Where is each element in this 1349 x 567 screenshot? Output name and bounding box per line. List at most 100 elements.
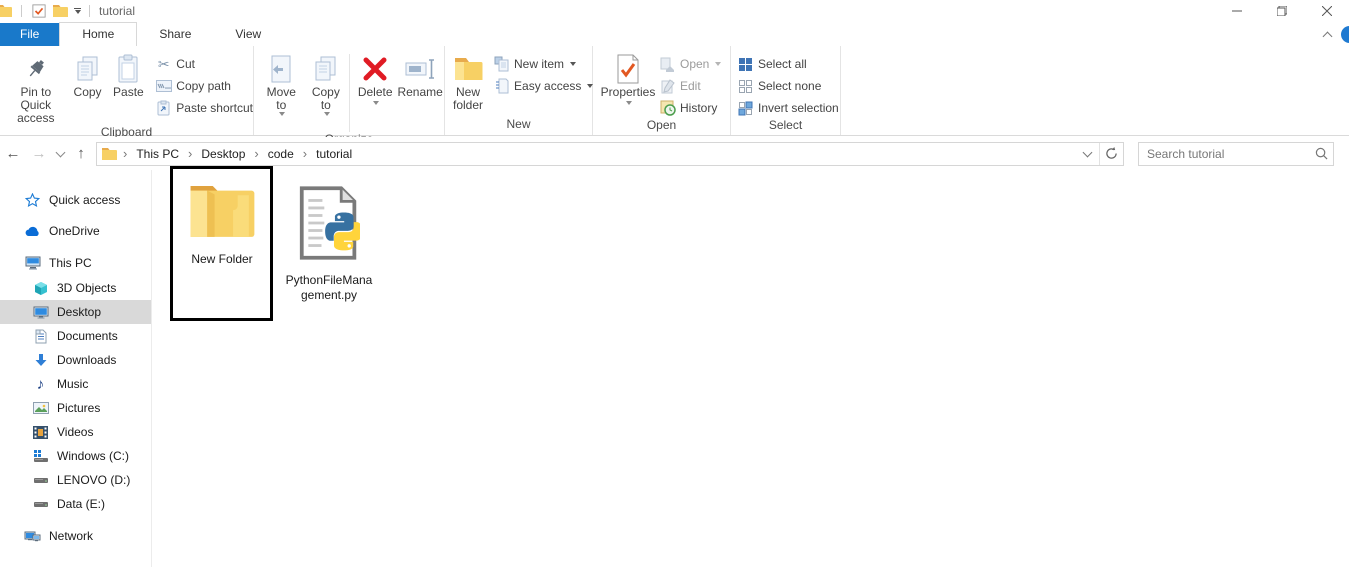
file-list-area[interactable]: New Folder PythonFileManagement.py (152, 170, 1349, 567)
music-note-icon: ♪ (32, 376, 49, 393)
cut-button[interactable]: ✂ Cut (155, 54, 253, 74)
group-label-select: Select (731, 118, 840, 136)
cloud-icon (24, 223, 41, 240)
sidebar-item-documents[interactable]: Documents (0, 324, 151, 348)
breadcrumb-chevron-icon: › (298, 146, 312, 161)
history-button[interactable]: History (659, 98, 721, 118)
minimize-button[interactable] (1214, 0, 1259, 21)
delete-icon (362, 52, 388, 86)
collapse-ribbon-icon[interactable] (1323, 31, 1333, 41)
sidebar-item-quick-access[interactable]: Quick access (0, 188, 151, 212)
group-divider (349, 54, 350, 132)
sidebar-item-lenovo-d[interactable]: LENOVO (D:) (0, 468, 151, 492)
address-bar[interactable]: › This PC › Desktop › code › tutorial (96, 142, 1124, 166)
copy-to-icon (313, 52, 339, 86)
edit-button[interactable]: Edit (659, 76, 721, 96)
ribbon-group-organize: Move to Copy to Delete (254, 46, 445, 135)
easy-access-button[interactable]: Easy access (493, 76, 593, 96)
recent-locations-dropdown-icon[interactable] (52, 151, 68, 156)
breadcrumb-tutorial[interactable]: tutorial (312, 147, 356, 161)
select-none-button[interactable]: Select none (737, 76, 839, 96)
breadcrumb-code[interactable]: code (264, 147, 298, 161)
file-item-new-folder[interactable]: New Folder (176, 182, 268, 267)
pc-monitor-icon (24, 255, 41, 272)
sidebar-item-videos[interactable]: Videos (0, 420, 151, 444)
sidebar-item-desktop[interactable]: Desktop (0, 300, 151, 324)
select-all-button[interactable]: Select all (737, 54, 839, 74)
tab-home[interactable]: Home (59, 22, 137, 46)
picture-icon (32, 400, 49, 417)
drive-windows-icon (32, 448, 49, 465)
ribbon-group-select: Select all Select none Invert selection (731, 46, 841, 135)
edit-icon (659, 78, 676, 95)
up-button[interactable]: ↑ (68, 145, 94, 162)
tab-file[interactable]: File (0, 23, 59, 46)
new-item-button[interactable]: New item (493, 54, 593, 74)
refresh-icon[interactable] (1099, 143, 1123, 165)
breadcrumb-chevron-icon: › (118, 146, 132, 161)
paste-button[interactable]: Paste (108, 50, 150, 99)
back-button[interactable]: ← (0, 145, 26, 162)
folder-icon (185, 182, 259, 244)
history-icon (659, 100, 676, 117)
sidebar-item-network[interactable]: Network (0, 524, 151, 548)
drive-icon (32, 472, 49, 489)
sidebar-item-windows-c[interactable]: Windows (C:) (0, 444, 151, 468)
file-item-python-file[interactable]: PythonFileManagement.py (283, 185, 375, 303)
help-icon[interactable] (1341, 26, 1349, 43)
network-icon (24, 528, 41, 545)
sidebar-item-this-pc[interactable]: This PC (0, 251, 151, 275)
sidebar-item-music[interactable]: ♪ Music (0, 372, 151, 396)
tab-share[interactable]: Share (137, 23, 213, 46)
qat-new-folder-icon[interactable] (52, 2, 69, 19)
properties-button[interactable]: Properties (597, 50, 659, 105)
sidebar-item-pictures[interactable]: Pictures (0, 396, 151, 420)
copy-path-button[interactable]: Copy path (155, 76, 253, 96)
qat-properties-icon[interactable] (30, 2, 47, 19)
sidebar-item-3d-objects[interactable]: 3D Objects (0, 276, 151, 300)
search-box (1138, 142, 1334, 166)
new-folder-button[interactable]: New folder (453, 50, 483, 112)
dropdown-caret-icon (373, 101, 379, 105)
sidebar-item-downloads[interactable]: Downloads (0, 348, 151, 372)
search-input[interactable] (1139, 147, 1310, 161)
search-icon[interactable] (1310, 147, 1333, 160)
paste-icon (116, 52, 140, 86)
open-icon (659, 56, 676, 73)
move-to-button[interactable]: Move to (262, 50, 301, 116)
breadcrumb-desktop[interactable]: Desktop (197, 147, 249, 161)
quick-access-toolbar (0, 2, 93, 19)
film-icon (32, 424, 49, 441)
rename-button[interactable]: Rename (396, 50, 444, 99)
select-none-icon (737, 78, 754, 95)
tab-view[interactable]: View (213, 23, 283, 46)
sidebar-item-onedrive[interactable]: OneDrive (0, 219, 151, 243)
open-button[interactable]: Open (659, 54, 721, 74)
window-title: tutorial (99, 4, 135, 18)
select-all-icon (737, 56, 754, 73)
copy-to-button[interactable]: Copy to (307, 50, 346, 116)
address-dropdown-icon[interactable] (1075, 143, 1099, 165)
forward-button[interactable]: → (26, 145, 52, 162)
sidebar-item-data-e[interactable]: Data (E:) (0, 492, 151, 516)
invert-selection-button[interactable]: Invert selection (737, 98, 839, 118)
restore-button[interactable] (1259, 0, 1304, 21)
breadcrumb-chevron-icon: › (183, 146, 197, 161)
copy-icon (75, 52, 101, 86)
close-button[interactable] (1304, 0, 1349, 21)
copy-path-icon (155, 78, 172, 95)
qat-customize-dropdown-icon[interactable] (74, 8, 81, 14)
ribbon-group-clipboard: Pin to Quick access Copy Paste ✂ (0, 46, 254, 135)
copy-button[interactable]: Copy (68, 50, 108, 99)
monitor-icon (32, 304, 49, 321)
breadcrumb-chevron-icon: › (249, 146, 263, 161)
ribbon-group-open: Properties Open Edit (593, 46, 731, 135)
address-folder-icon (101, 145, 118, 162)
pin-to-quick-access-button[interactable]: Pin to Quick access (4, 50, 68, 125)
breadcrumb-this-pc[interactable]: This PC (132, 147, 183, 161)
paste-shortcut-button[interactable]: Paste shortcut (155, 98, 253, 118)
pin-icon (24, 52, 48, 86)
delete-button[interactable]: Delete (354, 50, 396, 105)
group-label-new: New (445, 117, 592, 135)
dropdown-caret-icon (715, 62, 721, 66)
